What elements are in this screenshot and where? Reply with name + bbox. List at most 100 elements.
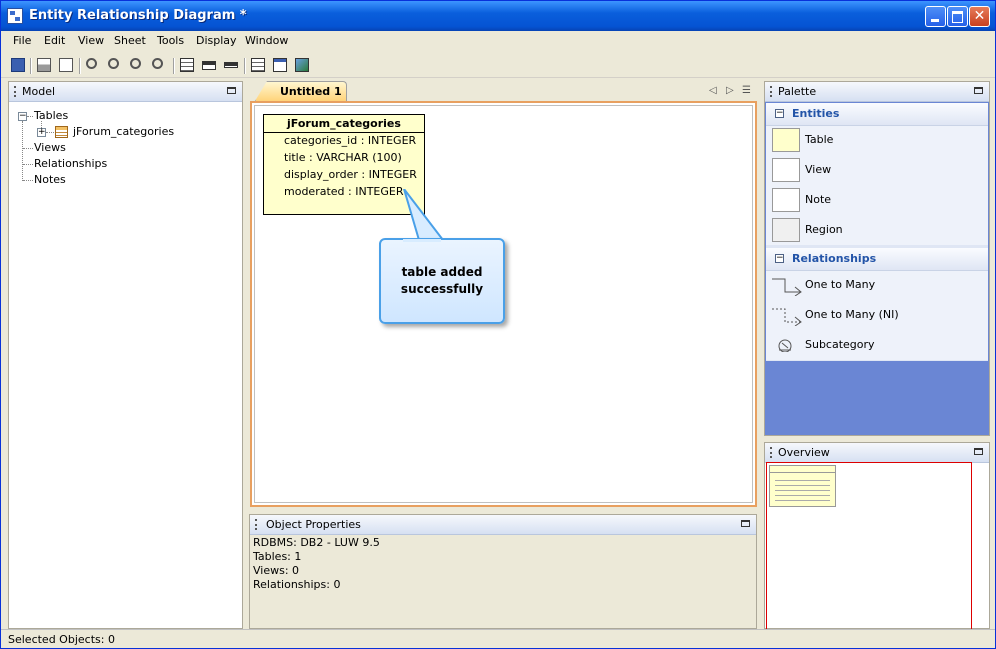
show-names-icon[interactable]: [224, 62, 238, 68]
entity-attribute: display_order : INTEGER: [284, 168, 417, 181]
app-window: Entity Relationship Diagram * ✕ File Edi…: [0, 0, 996, 649]
overview-entity-header: [770, 466, 835, 473]
region-thumb-icon: [772, 218, 800, 242]
entity-title: jForum_categories: [264, 115, 424, 133]
show-attributes-icon[interactable]: [180, 58, 194, 72]
drag-handle[interactable]: [255, 519, 259, 530]
subcategory-icon: [778, 339, 792, 352]
properties-panel-title: Object Properties: [266, 518, 361, 531]
restore-icon[interactable]: [741, 520, 750, 527]
palette-item-table[interactable]: Table: [805, 133, 833, 146]
collapse-icon[interactable]: −: [18, 112, 27, 121]
zoom-out-icon[interactable]: [130, 58, 141, 69]
overview-panel-title: Overview: [778, 446, 830, 459]
entity-attribute: title : VARCHAR (100): [284, 151, 402, 164]
tab-list-icon[interactable]: ☰: [742, 85, 751, 96]
palette-panel-title: Palette: [778, 85, 817, 98]
menu-file[interactable]: File: [13, 34, 31, 47]
toolbar-separator: [173, 58, 175, 74]
tab-prev-icon[interactable]: ◁: [709, 85, 717, 96]
view-thumb-icon: [772, 158, 800, 182]
drag-handle[interactable]: [770, 447, 774, 458]
drag-handle[interactable]: [14, 86, 18, 97]
palette-item-one-to-many-ni[interactable]: One to Many (NI): [805, 308, 899, 321]
entity-attribute: moderated : INTEGER: [284, 185, 404, 198]
tree-line: [23, 164, 33, 166]
editor-tab-bar: Untitled 1 ◁ ▷ ☰: [249, 81, 757, 101]
tree-line: [22, 121, 24, 181]
close-button[interactable]: ✕: [969, 6, 990, 27]
tree-item-jforum-categories[interactable]: jForum_categories: [73, 125, 174, 138]
restore-icon[interactable]: [974, 448, 983, 455]
tree-line: [23, 180, 33, 182]
menu-view[interactable]: View: [78, 34, 104, 47]
one-to-many-icon: [772, 278, 802, 296]
property-relationships: Relationships: 0: [253, 578, 341, 591]
expand-icon[interactable]: +: [37, 128, 46, 137]
collapse-icon[interactable]: −: [775, 109, 784, 118]
palette-item-subcategory[interactable]: Subcategory: [805, 338, 875, 351]
overview-panel-header: Overview: [765, 443, 989, 463]
status-text: Selected Objects: 0: [8, 633, 115, 646]
drag-handle[interactable]: [770, 86, 774, 97]
palette-item-one-to-many[interactable]: One to Many: [805, 278, 875, 291]
zoom-fit-icon[interactable]: [152, 58, 163, 69]
menu-display[interactable]: Display: [196, 34, 237, 47]
properties-panel: Object Properties: [249, 514, 757, 629]
relationships-label: Relationships: [792, 252, 877, 265]
tree-line: [46, 132, 54, 134]
table-thumb-icon: [772, 128, 800, 152]
tree-item-relationships[interactable]: Relationships: [34, 157, 107, 170]
menu-tools[interactable]: Tools: [157, 34, 184, 47]
overview-entity-rows: [775, 476, 830, 502]
minimize-button[interactable]: [925, 6, 946, 27]
show-keys-icon[interactable]: [202, 61, 216, 70]
collapse-icon[interactable]: −: [775, 254, 784, 263]
overview-entity: [769, 465, 836, 507]
model-panel-header: Model: [9, 82, 242, 102]
tree-item-views[interactable]: Views: [34, 141, 66, 154]
callout-text: table added successfully: [381, 264, 503, 298]
save-icon[interactable]: [11, 58, 25, 72]
toolbar-separator: [30, 58, 32, 74]
window-title: Entity Relationship Diagram *: [29, 8, 247, 23]
model-panel-title: Model: [22, 85, 56, 98]
tree-item-notes[interactable]: Notes: [34, 173, 66, 186]
callout-joint: [403, 239, 441, 242]
menu-window[interactable]: Window: [245, 34, 288, 47]
tree-line: [23, 148, 33, 150]
callout-bubble: table added successfully: [379, 238, 505, 324]
tab-label: Untitled 1: [280, 85, 342, 98]
zoom-in-plus-icon[interactable]: [108, 58, 119, 69]
status-bar: Selected Objects: 0: [1, 629, 995, 648]
menu-sheet[interactable]: Sheet: [114, 34, 146, 47]
page-setup-icon[interactable]: [59, 58, 73, 72]
tree-item-tables[interactable]: Tables: [34, 109, 68, 122]
table-view-icon[interactable]: [273, 58, 287, 72]
title-bar[interactable]: Entity Relationship Diagram * ✕: [1, 1, 995, 31]
palette-relationships-header[interactable]: − Relationships: [766, 248, 988, 271]
print-icon[interactable]: [37, 58, 51, 72]
restore-icon[interactable]: [974, 87, 983, 94]
toolbar-separator: [79, 58, 81, 74]
palette-item-region[interactable]: Region: [805, 223, 843, 236]
tab-next-icon[interactable]: ▷: [726, 85, 734, 96]
palette-item-view[interactable]: View: [805, 163, 831, 176]
tree-line: [27, 116, 33, 118]
tab-untitled-1[interactable]: Untitled 1: [255, 81, 347, 101]
table-icon: [55, 126, 68, 138]
menu-edit[interactable]: Edit: [44, 34, 65, 47]
entities-label: Entities: [792, 107, 840, 120]
callout-line-1: table added: [401, 265, 483, 279]
close-icon: ✕: [973, 8, 986, 24]
property-tables: Tables: 1: [253, 550, 302, 563]
zoom-in-icon[interactable]: [86, 58, 97, 69]
export-image-icon[interactable]: [295, 58, 309, 72]
app-icon: [7, 8, 23, 24]
maximize-button[interactable]: [947, 6, 968, 27]
layout-icon[interactable]: [251, 58, 265, 72]
one-to-many-ni-icon: [772, 308, 802, 326]
restore-icon[interactable]: [227, 87, 236, 94]
palette-entities-header[interactable]: − Entities: [766, 103, 988, 126]
palette-item-note[interactable]: Note: [805, 193, 831, 206]
